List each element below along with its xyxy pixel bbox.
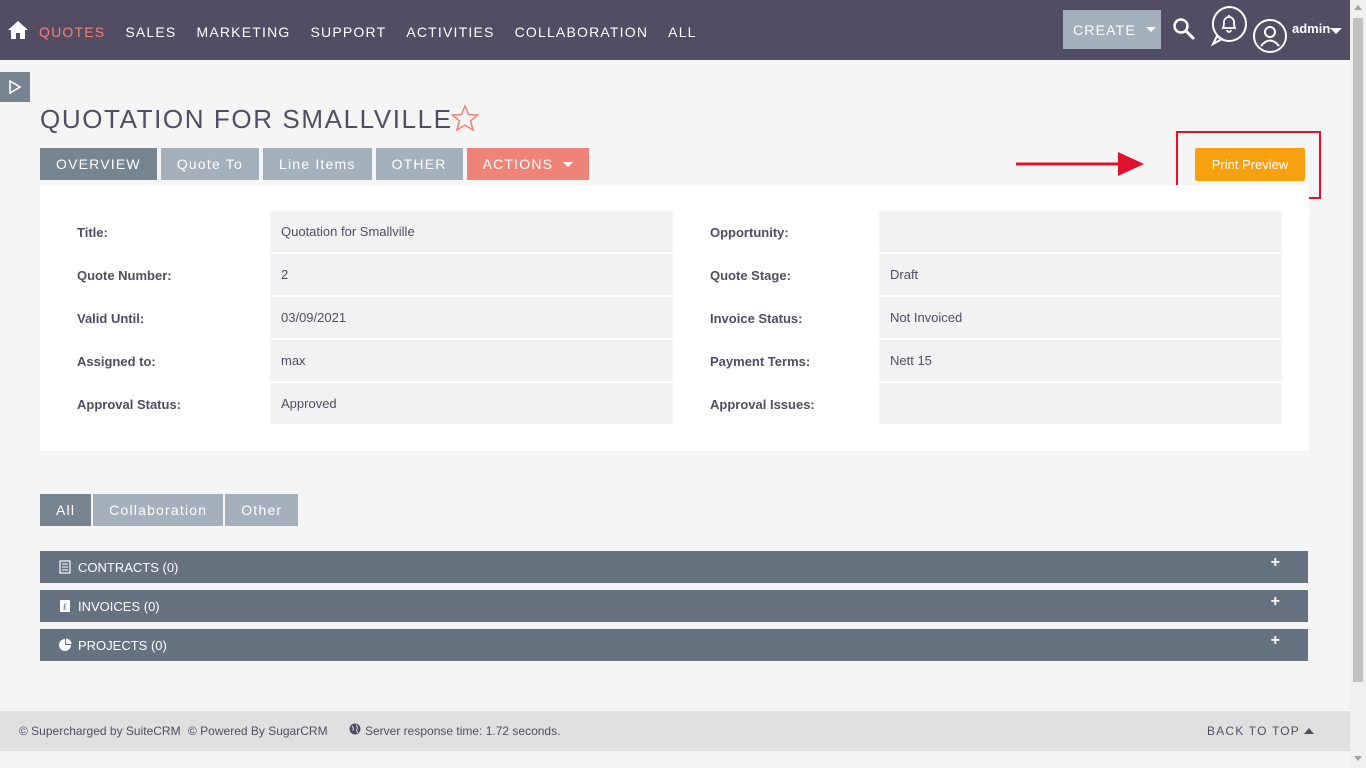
- chevron-down-icon: [563, 161, 574, 167]
- subtab-other[interactable]: Other: [225, 494, 299, 526]
- chevron-down-icon: [1145, 27, 1156, 32]
- tab-line-items[interactable]: Line Items: [262, 148, 372, 180]
- print-preview-button[interactable]: Print Preview: [1195, 148, 1305, 181]
- actions-dropdown[interactable]: ACTIONS: [466, 148, 590, 180]
- quote-number-label: Quote Number:: [77, 268, 172, 283]
- actions-label: ACTIONS: [482, 156, 554, 172]
- quote-stage-value[interactable]: Draft: [879, 254, 1282, 295]
- chevron-up-icon: [1304, 728, 1315, 734]
- svg-text:£: £: [62, 603, 67, 612]
- payment-terms-value[interactable]: Nett 15: [879, 340, 1282, 381]
- nav-sales[interactable]: SALES: [125, 24, 176, 40]
- expand-plus-icon[interactable]: +: [1271, 554, 1280, 572]
- nav-support[interactable]: SUPPORT: [311, 24, 387, 40]
- detail-tabs: OVERVIEW Quote To Line Items OTHER ACTIO…: [40, 148, 593, 180]
- back-to-top-link[interactable]: BACK TO TOP: [1207, 724, 1315, 738]
- pie-chart-icon: [59, 638, 72, 651]
- user-avatar-icon[interactable]: [1252, 18, 1288, 54]
- payment-terms-label: Payment Terms:: [710, 354, 811, 369]
- scroll-up-icon[interactable]: [1354, 5, 1362, 10]
- page-title: QUOTATION FOR SMALLVILLE: [40, 104, 453, 134]
- subpanel-invoices[interactable]: £ INVOICES (0) +: [40, 590, 1308, 622]
- subtab-all[interactable]: All: [40, 494, 92, 526]
- subpanel-projects[interactable]: PROJECTS (0) +: [40, 629, 1308, 661]
- opportunity-label: Opportunity:: [710, 225, 789, 240]
- title-value[interactable]: Quotation for Smallville: [270, 211, 673, 252]
- invoice-status-value[interactable]: Not Invoiced: [879, 297, 1282, 338]
- tab-overview[interactable]: OVERVIEW: [40, 148, 157, 180]
- nav-quotes[interactable]: QUOTES: [39, 24, 105, 40]
- subpanel-title: INVOICES (0): [78, 598, 160, 614]
- create-button[interactable]: CREATE: [1063, 10, 1161, 49]
- search-icon[interactable]: [1172, 17, 1196, 41]
- create-label: CREATE: [1073, 21, 1136, 38]
- opportunity-value[interactable]: [879, 211, 1282, 252]
- footer: © Supercharged by SuiteCRM © Powered By …: [0, 711, 1350, 751]
- subpanel-title: PROJECTS (0): [78, 637, 167, 653]
- expand-plus-icon[interactable]: +: [1271, 632, 1280, 650]
- expand-plus-icon[interactable]: +: [1271, 593, 1280, 611]
- scrollbar-thumb[interactable]: [1353, 18, 1363, 682]
- scroll-down-icon[interactable]: [1354, 756, 1362, 761]
- valid-until-value[interactable]: 03/09/2021: [270, 297, 673, 338]
- subtab-collaboration[interactable]: Collaboration: [93, 494, 224, 526]
- approval-issues-label: Approval Issues:: [710, 397, 815, 412]
- subpanel-contracts[interactable]: CONTRACTS (0) +: [40, 551, 1308, 583]
- nav-collaboration[interactable]: COLLABORATION: [515, 24, 649, 40]
- globe-icon: [349, 723, 361, 735]
- document-icon: [59, 560, 71, 574]
- main-menu: QUOTES SALES MARKETING SUPPORT ACTIVITIE…: [39, 24, 717, 40]
- favorite-star-icon[interactable]: [450, 104, 480, 132]
- valid-until-label: Valid Until:: [77, 311, 145, 326]
- quote-stage-label: Quote Stage:: [710, 268, 791, 283]
- sugarcrm-credit[interactable]: © Powered By SugarCRM: [188, 724, 328, 738]
- server-response-time: Server response time: 1.72 seconds.: [365, 724, 561, 738]
- suitecrm-credit[interactable]: © Supercharged by SuiteCRM: [19, 724, 181, 738]
- title-label: Title:: [77, 225, 108, 240]
- home-icon[interactable]: [7, 20, 29, 40]
- subpanel-tabs: All Collaboration Other: [40, 494, 300, 526]
- tab-other[interactable]: OTHER: [375, 148, 463, 180]
- approval-status-value[interactable]: Approved: [270, 383, 673, 424]
- tab-quote-to[interactable]: Quote To: [160, 148, 259, 180]
- nav-marketing[interactable]: MARKETING: [196, 24, 290, 40]
- play-triangle-icon: [9, 80, 22, 94]
- chevron-down-icon[interactable]: [1330, 28, 1342, 34]
- top-navbar: QUOTES SALES MARKETING SUPPORT ACTIVITIE…: [0, 0, 1350, 60]
- back-to-top-label: BACK TO TOP: [1207, 724, 1301, 738]
- quote-number-value[interactable]: 2: [270, 254, 673, 295]
- invoice-status-label: Invoice Status:: [710, 311, 803, 326]
- user-menu-label[interactable]: admin: [1292, 21, 1330, 36]
- subpanel-title: CONTRACTS (0): [78, 559, 179, 575]
- nav-activities[interactable]: ACTIVITIES: [406, 24, 494, 40]
- assigned-to-value[interactable]: max: [270, 340, 673, 381]
- assigned-to-label: Assigned to:: [77, 354, 156, 369]
- notification-bell-icon[interactable]: [1209, 5, 1249, 47]
- invoice-icon: £: [60, 600, 70, 612]
- overview-panel: Title: Quotation for Smallville Quote Nu…: [40, 185, 1309, 451]
- approval-status-label: Approval Status:: [77, 397, 182, 412]
- approval-issues-value[interactable]: [879, 383, 1282, 424]
- nav-all[interactable]: ALL: [668, 24, 697, 40]
- sidebar-toggle-button[interactable]: [0, 72, 30, 102]
- annotation-arrow-icon: [1016, 152, 1144, 176]
